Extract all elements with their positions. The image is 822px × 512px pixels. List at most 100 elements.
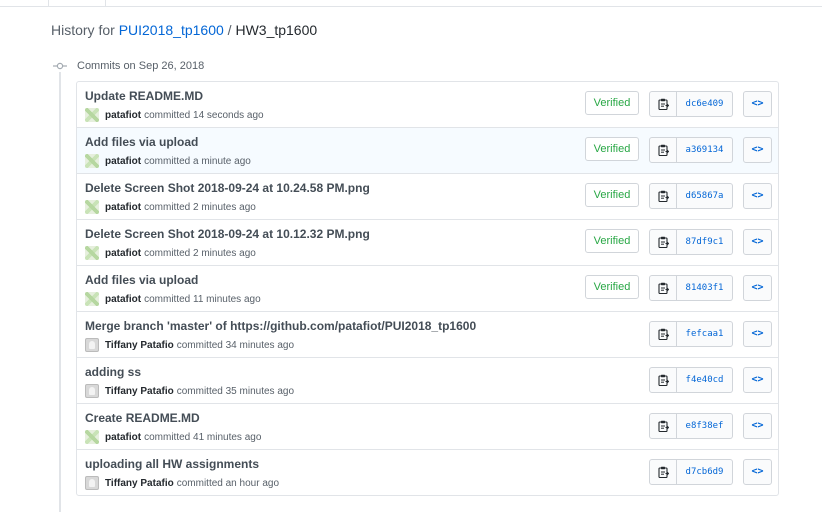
code-icon: <> [751,328,764,339]
author-avatar[interactable] [85,154,99,168]
sha-button-group: 87df9c1 [649,229,733,255]
commit-meta: Tiffany Patafio committed 34 minutes ago [85,338,294,352]
commit-row: uploading all HW assignments Tiffany Pat… [77,450,778,495]
commit-row: Add files via upload patafiot committed … [77,128,778,174]
commit-sha-link[interactable]: 87df9c1 [677,229,733,255]
author-avatar[interactable] [85,200,99,214]
commits-date-heading: Commits on Sep 26, 2018 [77,60,205,72]
commit-time: committed 11 minutes ago [144,293,261,305]
author-avatar[interactable] [85,384,99,398]
commit-time: committed a minute ago [144,155,251,167]
verified-badge[interactable]: Verified [585,183,639,207]
commit-author[interactable]: patafiot [105,248,141,259]
author-avatar[interactable] [85,338,99,352]
timeline-line [59,72,61,512]
commit-title-link[interactable]: adding ss [85,365,141,379]
commit-sha-link[interactable]: dc6e409 [677,91,733,117]
code-icon: <> [751,144,764,155]
commit-time: committed 41 minutes ago [144,431,262,443]
browse-repo-button[interactable]: <> [743,137,772,163]
top-tab-bar [0,0,822,7]
commit-author[interactable]: patafiot [105,294,141,305]
copy-sha-button[interactable] [649,321,677,347]
code-icon: <> [751,98,764,109]
verified-badge[interactable]: Verified [585,275,639,299]
author-avatar[interactable] [85,246,99,260]
verified-badge[interactable]: Verified [585,229,639,253]
commit-sha-link[interactable]: e8f38ef [677,413,733,439]
browse-repo-button[interactable]: <> [743,229,772,255]
commit-author[interactable]: Tiffany Patafio [105,340,174,351]
commit-title-link[interactable]: uploading all HW assignments [85,457,259,471]
clipboard-icon [657,466,669,478]
sha-button-group: e8f38ef [649,413,733,439]
commit-author[interactable]: Tiffany Patafio [105,386,174,397]
verified-badge[interactable]: Verified [585,91,639,115]
copy-sha-button[interactable] [649,137,677,163]
browse-repo-button[interactable]: <> [743,183,772,209]
history-prefix: History for [51,22,119,38]
copy-sha-button[interactable] [649,275,677,301]
commit-author[interactable]: patafiot [105,202,141,213]
sha-button-group: d7cb6d9 [649,459,733,485]
commit-title-link[interactable]: Merge branch 'master' of https://github.… [85,319,476,333]
commit-title-link[interactable]: Add files via upload [85,135,198,149]
sha-button-group: 81403f1 [649,275,733,301]
commit-time: committed 2 minutes ago [144,247,256,259]
sha-button-group: fefcaa1 [649,321,733,347]
commit-author[interactable]: patafiot [105,432,141,443]
copy-sha-button[interactable] [649,183,677,209]
browse-repo-button[interactable]: <> [743,321,772,347]
path-separator: / [223,22,236,38]
commit-meta: patafiot committed 2 minutes ago [85,246,256,260]
copy-sha-button[interactable] [649,367,677,393]
author-avatar[interactable] [85,108,99,122]
active-tab[interactable] [48,0,106,6]
copy-sha-button[interactable] [649,413,677,439]
commit-row: adding ss Tiffany Patafio committed 35 m… [77,358,778,404]
commit-time: committed 35 minutes ago [176,385,294,397]
copy-sha-button[interactable] [649,91,677,117]
commit-title-link[interactable]: Delete Screen Shot 2018-09-24 at 10.24.5… [85,181,370,195]
commit-author[interactable]: patafiot [105,156,141,167]
commit-author[interactable]: Tiffany Patafio [105,478,174,489]
browse-repo-button[interactable]: <> [743,91,772,117]
commit-row: Delete Screen Shot 2018-09-24 at 10.24.5… [77,174,778,220]
commit-sha-link[interactable]: fefcaa1 [677,321,733,347]
author-avatar[interactable] [85,292,99,306]
browse-repo-button[interactable]: <> [743,367,772,393]
commit-sha-link[interactable]: f4e40cd [677,367,733,393]
clipboard-icon [657,190,669,202]
commit-time: committed 2 minutes ago [144,201,256,213]
copy-sha-button[interactable] [649,229,677,255]
copy-sha-button[interactable] [649,459,677,485]
commit-row: Delete Screen Shot 2018-09-24 at 10.12.3… [77,220,778,266]
commit-row: Add files via upload patafiot committed … [77,266,778,312]
commit-meta: Tiffany Patafio committed 35 minutes ago [85,384,294,398]
commit-meta: patafiot committed 2 minutes ago [85,200,256,214]
repo-link[interactable]: PUI2018_tp1600 [119,22,224,38]
commit-author[interactable]: patafiot [105,110,141,121]
browse-repo-button[interactable]: <> [743,459,772,485]
commit-meta: patafiot committed 14 seconds ago [85,108,264,122]
code-icon: <> [751,374,764,385]
commit-title-link[interactable]: Add files via upload [85,273,198,287]
commit-title-link[interactable]: Delete Screen Shot 2018-09-24 at 10.12.3… [85,227,370,241]
code-icon: <> [751,236,764,247]
commit-title-link[interactable]: Update README.MD [85,89,203,103]
commit-sha-link[interactable]: d65867a [677,183,733,209]
code-icon: <> [751,190,764,201]
commit-title-link[interactable]: Create README.MD [85,411,200,425]
commit-sha-link[interactable]: d7cb6d9 [677,459,733,485]
code-icon: <> [751,420,764,431]
commit-sha-link[interactable]: a369134 [677,137,733,163]
commit-meta: patafiot committed 11 minutes ago [85,292,261,306]
author-avatar[interactable] [85,476,99,490]
verified-badge[interactable]: Verified [585,137,639,161]
commit-sha-link[interactable]: 81403f1 [677,275,733,301]
browse-repo-button[interactable]: <> [743,413,772,439]
commit-meta: patafiot committed 41 minutes ago [85,430,261,444]
clipboard-icon [657,420,669,432]
author-avatar[interactable] [85,430,99,444]
browse-repo-button[interactable]: <> [743,275,772,301]
